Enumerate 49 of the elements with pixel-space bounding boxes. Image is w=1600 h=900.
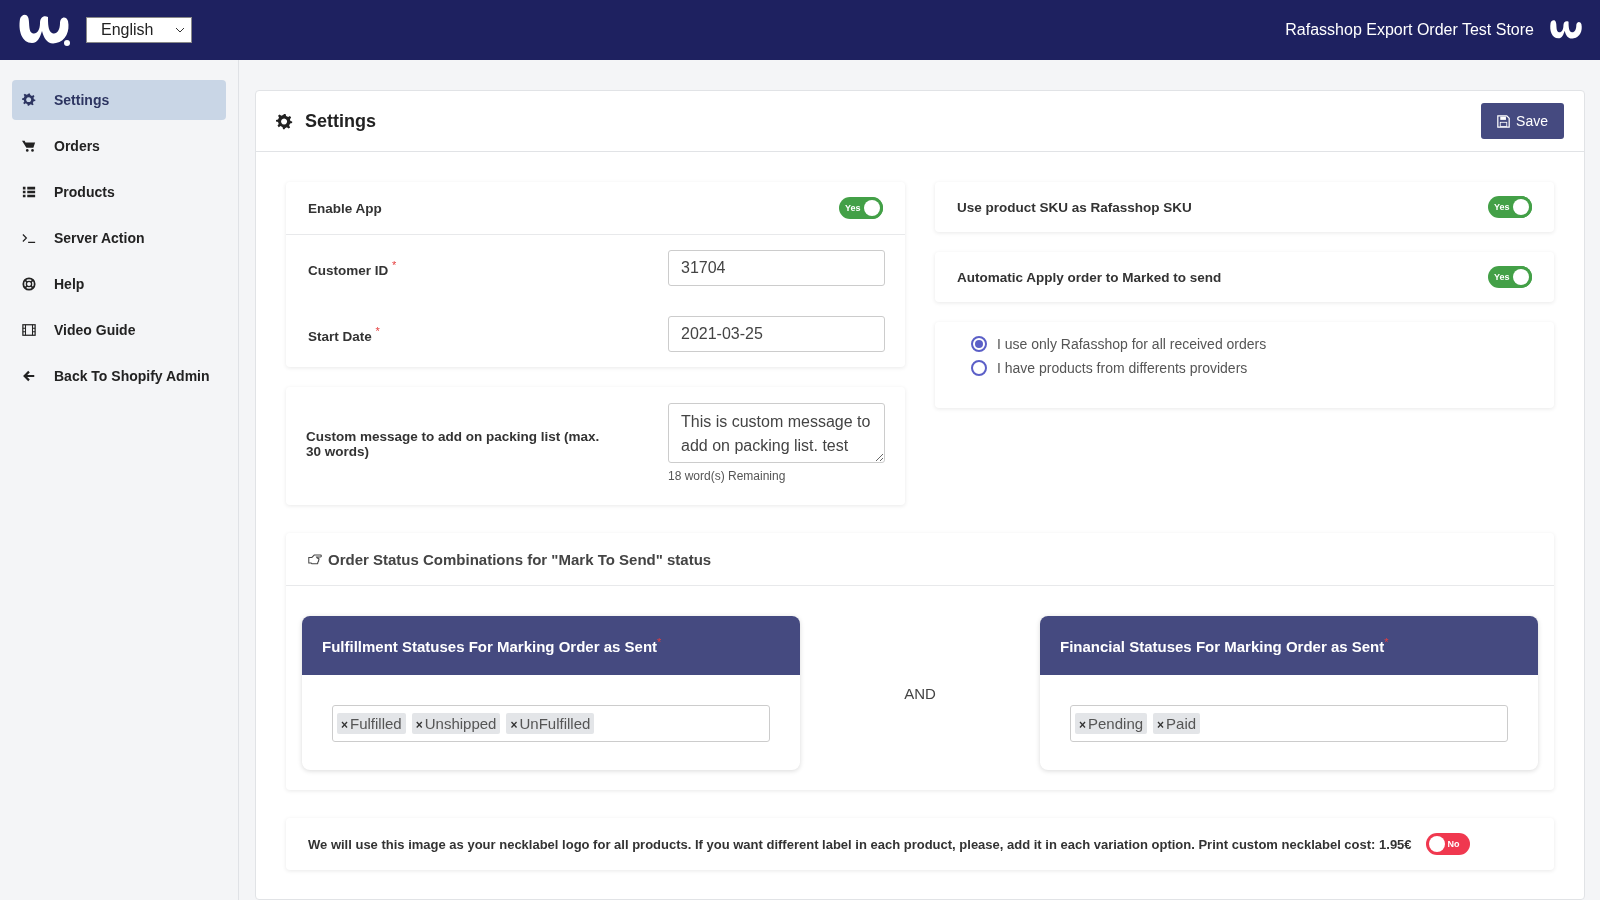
gear-icon xyxy=(22,93,36,107)
tag-input-field[interactable]: ×Fulfilled ×Unshipped ×UnFulfilled xyxy=(332,705,770,742)
arrow-left-icon xyxy=(22,369,36,383)
status-tag[interactable]: ×Paid xyxy=(1153,713,1201,734)
hand-pointing-icon xyxy=(308,552,322,566)
terminal-icon xyxy=(22,231,36,245)
sidebar-item[interactable]: Orders xyxy=(12,126,226,166)
field-label: Custom message to add on packing list (max. 30 words) xyxy=(306,429,601,459)
section-title: Order Status Combinations for "Mark To Send" status xyxy=(328,550,712,568)
and-label: AND xyxy=(903,684,937,702)
status-tag[interactable]: ×UnFulfilled xyxy=(506,713,595,734)
film-icon xyxy=(22,323,36,337)
lifebuoy-icon xyxy=(22,277,36,291)
setting-label: Enable App xyxy=(308,200,382,216)
toggle-switch[interactable]: No xyxy=(1425,833,1470,855)
language-select[interactable]: English xyxy=(86,17,192,43)
radio-label: I use only Rafasshop for all received orders xyxy=(997,336,1267,352)
status-tag[interactable]: ×Unshipped xyxy=(411,713,501,734)
group-title: Financial Statuses For Marking Order as Sent$^{*}$ xyxy=(1060,636,1389,655)
group-title: Fulfillment Statuses For Marking Order as Sent$^{*}$ xyxy=(322,636,662,655)
status-tag[interactable]: ×Pending xyxy=(1075,713,1148,734)
sidebar-item[interactable]: Server Action xyxy=(12,218,226,258)
list-icon xyxy=(22,185,36,199)
sidebar-item[interactable]: Help xyxy=(12,264,226,304)
field-label: Customer ID $^{*}$ xyxy=(308,258,397,278)
logo-icon xyxy=(1548,18,1584,42)
necklabel-text: We will use this image as your necklabel logo for all products. If you want different label in each product, please, add it in each variation option. Print custom necklabel cost: 1.95€ xyxy=(308,836,1412,852)
message-textarea[interactable]: This is custom message to add on packing list. test xyxy=(668,403,885,463)
radio-label: I have products from differents providers xyxy=(997,360,1248,376)
chevron-down-icon xyxy=(175,27,185,33)
store-name: Rafasshop Export Order Test Store xyxy=(1285,21,1534,39)
input-field[interactable]: 31704 xyxy=(668,250,885,286)
status-tag[interactable]: ×Fulfilled xyxy=(337,713,406,734)
radio-button[interactable] xyxy=(971,360,987,376)
word-count-hint: 18 word(s) Remaining xyxy=(668,469,787,483)
sidebar-item[interactable]: Back To Shopify Admin xyxy=(12,356,226,396)
cart-icon xyxy=(22,139,36,153)
radio-button[interactable] xyxy=(971,336,987,352)
sidebar-item[interactable]: Products xyxy=(12,172,226,212)
field-label: Start Date $^{*}$ xyxy=(308,324,380,344)
gear-icon xyxy=(276,112,293,130)
setting-label: Automatic Apply order to Marked to send xyxy=(957,269,1222,285)
save-button[interactable]: Save xyxy=(1481,103,1564,139)
panel-title: Settings xyxy=(305,110,376,132)
tag-input-field[interactable]: ×Pending ×Paid xyxy=(1070,705,1508,742)
input-field[interactable]: 2021-03-25 xyxy=(668,316,885,352)
sidebar-item[interactable]: Settings xyxy=(12,80,226,120)
setting-label: Use product SKU as Rafasshop SKU xyxy=(957,199,1192,215)
sidebar-item[interactable]: Video Guide xyxy=(12,310,226,350)
